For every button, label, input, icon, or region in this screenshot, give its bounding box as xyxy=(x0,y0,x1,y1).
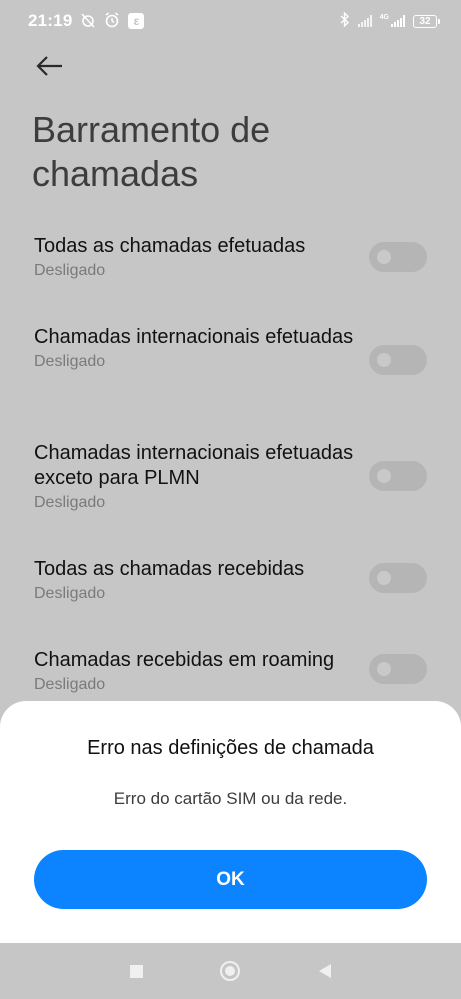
setting-title: Chamadas recebidas em roaming xyxy=(34,649,335,671)
status-bar-left: 21:19 ε xyxy=(28,11,145,31)
setting-status: Desligado xyxy=(34,353,106,370)
setting-row-international-outgoing[interactable]: Chamadas internacionais efetuadas Deslig… xyxy=(34,325,427,375)
setting-row-all-incoming[interactable]: Todas as chamadas recebidas Desligado xyxy=(34,557,427,604)
status-bar-right: 4G 32 xyxy=(340,10,440,31)
toggle-knob xyxy=(377,250,391,264)
alarm-off-icon xyxy=(80,12,96,31)
setting-status: Desligado xyxy=(34,494,106,511)
setting-status: Desligado xyxy=(34,585,106,602)
bluetooth-icon xyxy=(340,10,350,31)
navigation-bar xyxy=(0,943,461,999)
toggle-switch[interactable] xyxy=(369,242,427,272)
setting-row-incoming-roaming[interactable]: Chamadas recebidas em roaming Desligado xyxy=(34,648,427,695)
status-bar: 21:19 ε 4G 32 xyxy=(0,0,461,42)
setting-row-all-outgoing[interactable]: Todas as chamadas efetuadas Desligado xyxy=(34,234,427,281)
back-triangle-icon[interactable] xyxy=(319,964,331,978)
recents-square-icon[interactable] xyxy=(130,965,143,978)
4g-signal-icon xyxy=(391,15,405,27)
dialog-title: Erro nas definições de chamada xyxy=(87,737,374,759)
notification-icon: ε xyxy=(128,13,145,29)
toggle-switch[interactable] xyxy=(369,563,427,593)
toggle-switch[interactable] xyxy=(369,345,427,375)
setting-status: Desligado xyxy=(34,676,106,693)
setting-title: Todas as chamadas recebidas xyxy=(34,558,305,580)
setting-status: Desligado xyxy=(34,262,106,279)
setting-title: Todas as chamadas efetuadas xyxy=(34,235,306,257)
alarm-icon xyxy=(104,11,120,31)
page-title: Barramento de chamadas xyxy=(32,109,271,194)
network-type-label: 4G xyxy=(379,13,389,21)
status-time: 21:19 xyxy=(28,11,73,30)
ok-button[interactable]: OK xyxy=(34,850,427,909)
home-circle-icon[interactable] xyxy=(220,961,240,981)
dialog-message: Erro do cartão SIM ou da rede. xyxy=(113,789,348,808)
toggle-knob xyxy=(377,469,391,483)
toggle-knob xyxy=(377,662,391,676)
back-arrow-icon[interactable] xyxy=(36,54,64,78)
signal-icon xyxy=(357,15,372,27)
toggle-knob xyxy=(377,571,391,585)
toggle-switch[interactable] xyxy=(369,461,427,491)
setting-row-international-except-plmn[interactable]: Chamadas internacionais efetuadas exceto… xyxy=(34,441,427,513)
battery-icon: 32 xyxy=(413,14,440,28)
error-dialog: Erro nas definições de chamada Erro do c… xyxy=(0,701,461,943)
setting-title: Chamadas internacionais efetuadas xyxy=(34,326,354,348)
toggle-knob xyxy=(377,353,391,367)
setting-title: Chamadas internacionais efetuadas exceto… xyxy=(34,442,354,489)
toggle-switch[interactable] xyxy=(369,654,427,684)
